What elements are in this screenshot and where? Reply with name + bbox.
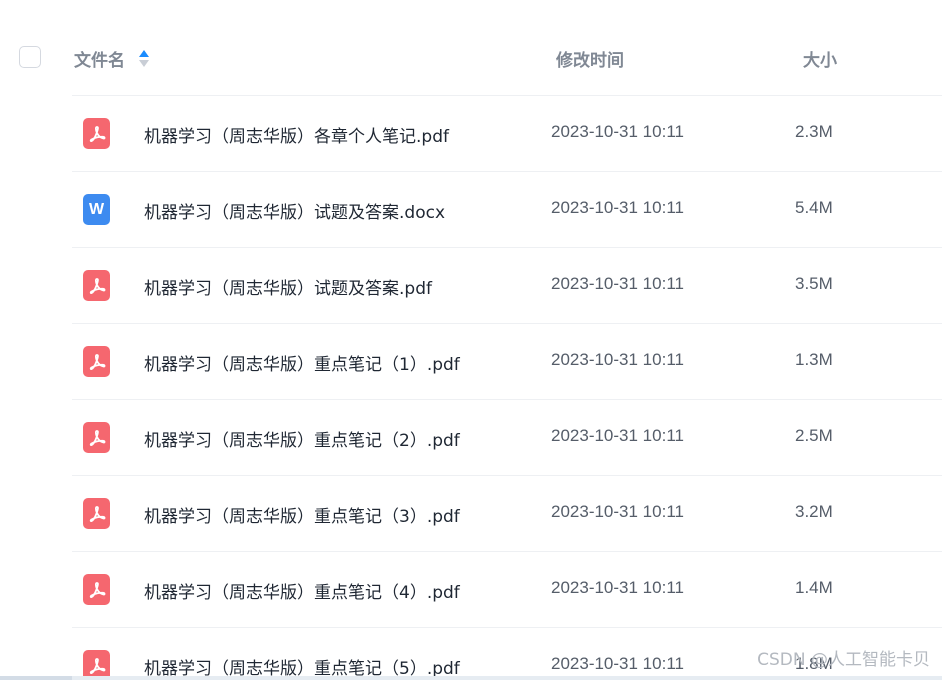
pdf-file-icon [83, 118, 110, 149]
file-name[interactable]: 机器学习（周志华版）试题及答案.docx [144, 198, 445, 223]
file-modified-time: 2023-10-31 10:11 [551, 578, 684, 597]
select-all-checkbox[interactable] [19, 46, 41, 68]
column-header-size[interactable]: 大小 [803, 46, 837, 71]
file-size: 3.5M [795, 274, 833, 293]
file-modified-time: 2023-10-31 10:11 [551, 198, 684, 217]
file-modified-time: 2023-10-31 10:11 [551, 502, 684, 521]
file-name[interactable]: 机器学习（周志华版）重点笔记（4）.pdf [144, 578, 460, 603]
column-header-name-label: 文件名 [74, 51, 125, 71]
file-name[interactable]: 机器学习（周志华版）重点笔记（2）.pdf [144, 426, 460, 451]
cropped-toolbar-edge [0, 0, 942, 2]
file-row[interactable]: 机器学习（周志华版）重点笔记（3）.pdf 2023-10-31 10:11 3.2… [72, 475, 942, 551]
pdf-file-icon [83, 498, 110, 529]
word-file-icon: W [83, 194, 110, 225]
watermark: CSDN @人工智能卡贝 [757, 650, 930, 670]
column-header-modified[interactable]: 修改时间 [556, 46, 624, 71]
file-size: 2.3M [795, 122, 833, 141]
file-name[interactable]: 机器学习（周志华版）各章个人笔记.pdf [144, 122, 449, 147]
file-row[interactable]: 机器学习（周志华版）试题及答案.pdf 2023-10-31 10:11 3.5M [72, 247, 942, 323]
file-list-page: 文件名 修改时间 大小 机器学习（周志华版）各章个人笔记.pdf 2023-10-… [0, 0, 942, 680]
file-name[interactable]: 机器学习（周志华版）试题及答案.pdf [144, 274, 432, 299]
file-modified-time: 2023-10-31 10:11 [551, 350, 684, 369]
file-modified-time: 2023-10-31 10:11 [551, 274, 684, 293]
file-row[interactable]: 机器学习（周志华版）重点笔记（4）.pdf 2023-10-31 10:11 1.4… [72, 551, 942, 627]
file-row[interactable]: 机器学习（周志华版）重点笔记（2）.pdf 2023-10-31 10:11 2.5… [72, 399, 942, 475]
file-row[interactable]: 机器学习（周志华版）各章个人笔记.pdf 2023-10-31 10:11 2.3M [72, 95, 942, 171]
pdf-file-icon [83, 346, 110, 377]
file-modified-time: 2023-10-31 10:11 [551, 426, 684, 445]
file-name[interactable]: 机器学习（周志华版）重点笔记（1）.pdf [144, 350, 460, 375]
file-size: 2.5M [795, 426, 833, 445]
file-table-header: 文件名 修改时间 大小 [0, 30, 942, 86]
file-list: 机器学习（周志华版）各章个人笔记.pdf 2023-10-31 10:11 2.3M… [0, 95, 942, 680]
sort-icon[interactable] [139, 49, 149, 68]
file-modified-time: 2023-10-31 10:11 [551, 122, 684, 141]
file-size: 3.2M [795, 502, 833, 521]
column-header-name[interactable]: 文件名 [74, 46, 149, 71]
pdf-file-icon [83, 422, 110, 453]
file-modified-time: 2023-10-31 10:11 [551, 654, 684, 673]
file-size: 1.3M [795, 350, 833, 369]
horizontal-scrollbar[interactable] [0, 676, 942, 680]
pdf-file-icon [83, 574, 110, 605]
file-row[interactable]: 机器学习（周志华版）重点笔记（1）.pdf 2023-10-31 10:11 1.3… [72, 323, 942, 399]
pdf-file-icon [83, 270, 110, 301]
file-size: 5.4M [795, 198, 833, 217]
file-size: 1.4M [795, 578, 833, 597]
file-row[interactable]: W 机器学习（周志华版）试题及答案.docx 2023-10-31 10:11 5.4… [72, 171, 942, 247]
file-name[interactable]: 机器学习（周志华版）重点笔记（3）.pdf [144, 502, 460, 527]
scrollbar-thumb[interactable] [0, 676, 72, 680]
word-letter: W [88, 200, 105, 218]
